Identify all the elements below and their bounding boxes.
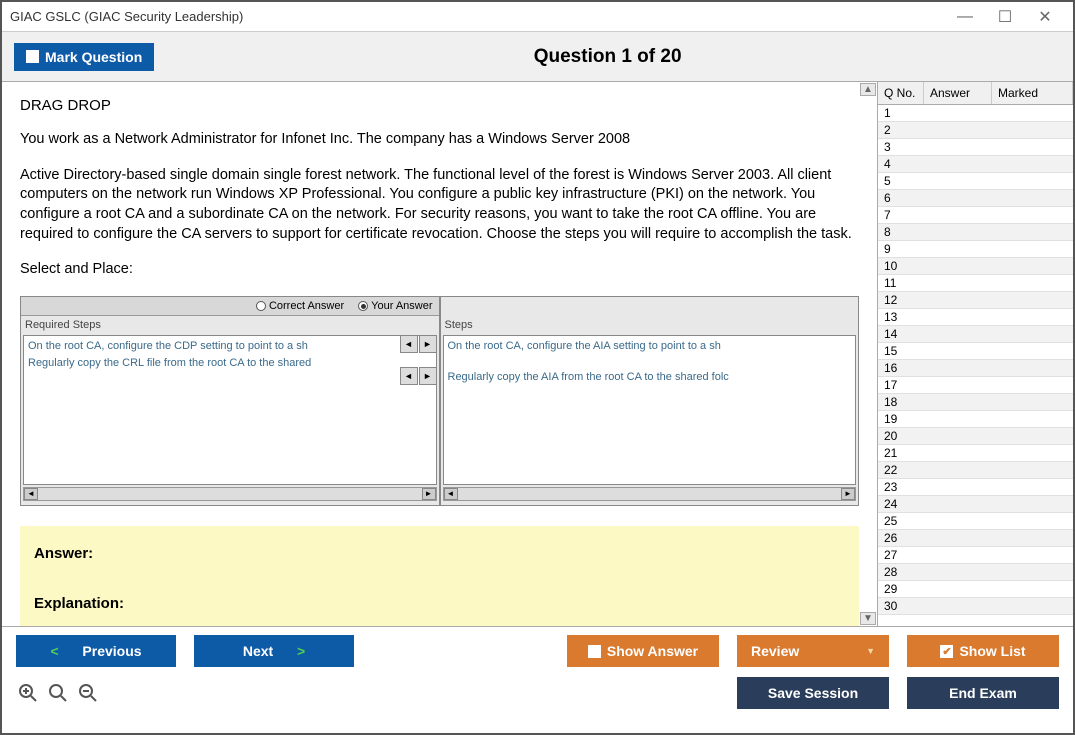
step-item[interactable]: Regularly copy the CRL file from the roo… (26, 355, 434, 372)
question-row[interactable]: 2 (878, 122, 1073, 139)
step-item[interactable]: Regularly copy the AIA from the root CA … (446, 369, 854, 386)
question-row[interactable]: 26 (878, 530, 1073, 547)
question-row[interactable]: 23 (878, 479, 1073, 496)
question-row[interactable]: 30 (878, 598, 1073, 615)
step-item[interactable]: On the root CA, configure the CDP settin… (26, 338, 434, 355)
required-steps-column: Correct Answer Your Answer Required Step… (20, 296, 440, 506)
question-row[interactable]: 4 (878, 156, 1073, 173)
question-row[interactable]: 18 (878, 394, 1073, 411)
explanation-label: Explanation: (34, 594, 845, 614)
question-row[interactable]: 9 (878, 241, 1073, 258)
move-right-icon[interactable]: ► (419, 335, 437, 353)
question-row[interactable]: 20 (878, 428, 1073, 445)
move-left-icon[interactable]: ◄ (400, 335, 418, 353)
question-row[interactable]: 1 (878, 105, 1073, 122)
checkbox-icon (26, 50, 39, 63)
question-row[interactable]: 22 (878, 462, 1073, 479)
question-row[interactable]: 6 (878, 190, 1073, 207)
checkbox-checked-icon: ✔ (940, 645, 953, 658)
zoom-controls (16, 681, 100, 705)
question-row[interactable]: 3 (878, 139, 1073, 156)
question-type: DRAG DROP (20, 96, 859, 116)
question-row[interactable]: 29 (878, 581, 1073, 598)
question-row[interactable]: 21 (878, 445, 1073, 462)
question-row[interactable]: 24 (878, 496, 1073, 513)
question-list[interactable]: 1234567891011121314151617181920212223242… (878, 105, 1073, 626)
zoom-in-icon[interactable] (16, 681, 40, 705)
chevron-left-icon: < (50, 643, 58, 659)
show-list-button[interactable]: ✔Show List (907, 635, 1059, 667)
zoom-reset-icon[interactable] (46, 681, 70, 705)
question-row[interactable]: 15 (878, 343, 1073, 360)
save-session-button[interactable]: Save Session (737, 677, 889, 709)
question-row[interactable]: 17 (878, 377, 1073, 394)
answer-panel: Answer: Explanation: (20, 526, 859, 626)
question-list-header: Q No. Answer Marked (878, 82, 1073, 105)
question-row[interactable]: 14 (878, 326, 1073, 343)
review-button[interactable]: Review▼ (737, 635, 889, 667)
question-row[interactable]: 28 (878, 564, 1073, 581)
column-marked: Marked (992, 82, 1073, 104)
correct-answer-radio[interactable]: Correct Answer (256, 299, 344, 314)
select-and-place-label: Select and Place: (20, 260, 859, 280)
mark-question-label: Mark Question (45, 49, 142, 65)
question-row[interactable]: 27 (878, 547, 1073, 564)
question-body: Active Directory-based single domain sin… (20, 166, 859, 244)
column-answer: Answer (924, 82, 992, 104)
steps-label: Steps (441, 316, 859, 335)
end-exam-button[interactable]: End Exam (907, 677, 1059, 709)
answer-mode-radios: Correct Answer Your Answer (21, 297, 439, 317)
checkbox-icon (588, 645, 601, 658)
main-area: ▲ DRAG DROP You work as a Network Admini… (2, 82, 1073, 626)
zoom-out-icon[interactable] (76, 681, 100, 705)
answer-label: Answer: (34, 544, 845, 564)
question-row[interactable]: 7 (878, 207, 1073, 224)
question-row[interactable]: 19 (878, 411, 1073, 428)
close-button[interactable]: ✕ (1025, 3, 1065, 31)
previous-button[interactable]: < Previous (16, 635, 176, 667)
next-button[interactable]: Next > (194, 635, 354, 667)
scroll-up-button[interactable]: ▲ (860, 83, 876, 96)
question-counter: Question 1 of 20 (154, 46, 1061, 68)
question-list-panel: Q No. Answer Marked 12345678910111213141… (877, 82, 1073, 626)
content-pane: ▲ DRAG DROP You work as a Network Admini… (2, 82, 877, 626)
content-scroll[interactable]: DRAG DROP You work as a Network Administ… (2, 82, 877, 626)
steps-column: . Steps On the root CA, configure the AI… (440, 296, 860, 506)
question-row[interactable]: 25 (878, 513, 1073, 530)
required-steps-label: Required Steps (21, 316, 439, 335)
required-steps-list[interactable]: On the root CA, configure the CDP settin… (23, 335, 437, 485)
scroll-down-button[interactable]: ▼ (860, 612, 876, 625)
move-right-icon[interactable]: ► (419, 367, 437, 385)
question-row[interactable]: 10 (878, 258, 1073, 275)
your-answer-radio[interactable]: Your Answer (358, 299, 432, 314)
chevron-right-icon: > (297, 643, 305, 659)
question-row[interactable]: 5 (878, 173, 1073, 190)
question-row[interactable]: 12 (878, 292, 1073, 309)
show-answer-button[interactable]: Show Answer (567, 635, 719, 667)
chevron-down-icon: ▼ (866, 646, 875, 656)
horizontal-scrollbar[interactable]: ◄► (443, 487, 857, 501)
question-row[interactable]: 13 (878, 309, 1073, 326)
question-row[interactable]: 8 (878, 224, 1073, 241)
title-bar: GIAC GSLC (GIAC Security Leadership) — ☐… (2, 2, 1073, 32)
column-qno: Q No. (878, 82, 924, 104)
minimize-button[interactable]: — (945, 3, 985, 31)
horizontal-scrollbar[interactable]: ◄► (23, 487, 437, 501)
header-bar: Mark Question Question 1 of 20 (2, 32, 1073, 82)
question-row[interactable]: 11 (878, 275, 1073, 292)
steps-list[interactable]: On the root CA, configure the AIA settin… (443, 335, 857, 485)
window-title: GIAC GSLC (GIAC Security Leadership) (10, 9, 945, 24)
mark-question-button[interactable]: Mark Question (14, 43, 154, 71)
move-left-icon[interactable]: ◄ (400, 367, 418, 385)
drag-drop-area: Correct Answer Your Answer Required Step… (20, 296, 859, 506)
maximize-button[interactable]: ☐ (985, 3, 1025, 31)
step-item[interactable]: On the root CA, configure the AIA settin… (446, 338, 854, 355)
question-row[interactable]: 16 (878, 360, 1073, 377)
window-controls: — ☐ ✕ (945, 3, 1065, 31)
footer: < Previous Next > Show Answer Review▼ ✔S… (2, 626, 1073, 717)
question-intro: You work as a Network Administrator for … (20, 130, 859, 150)
